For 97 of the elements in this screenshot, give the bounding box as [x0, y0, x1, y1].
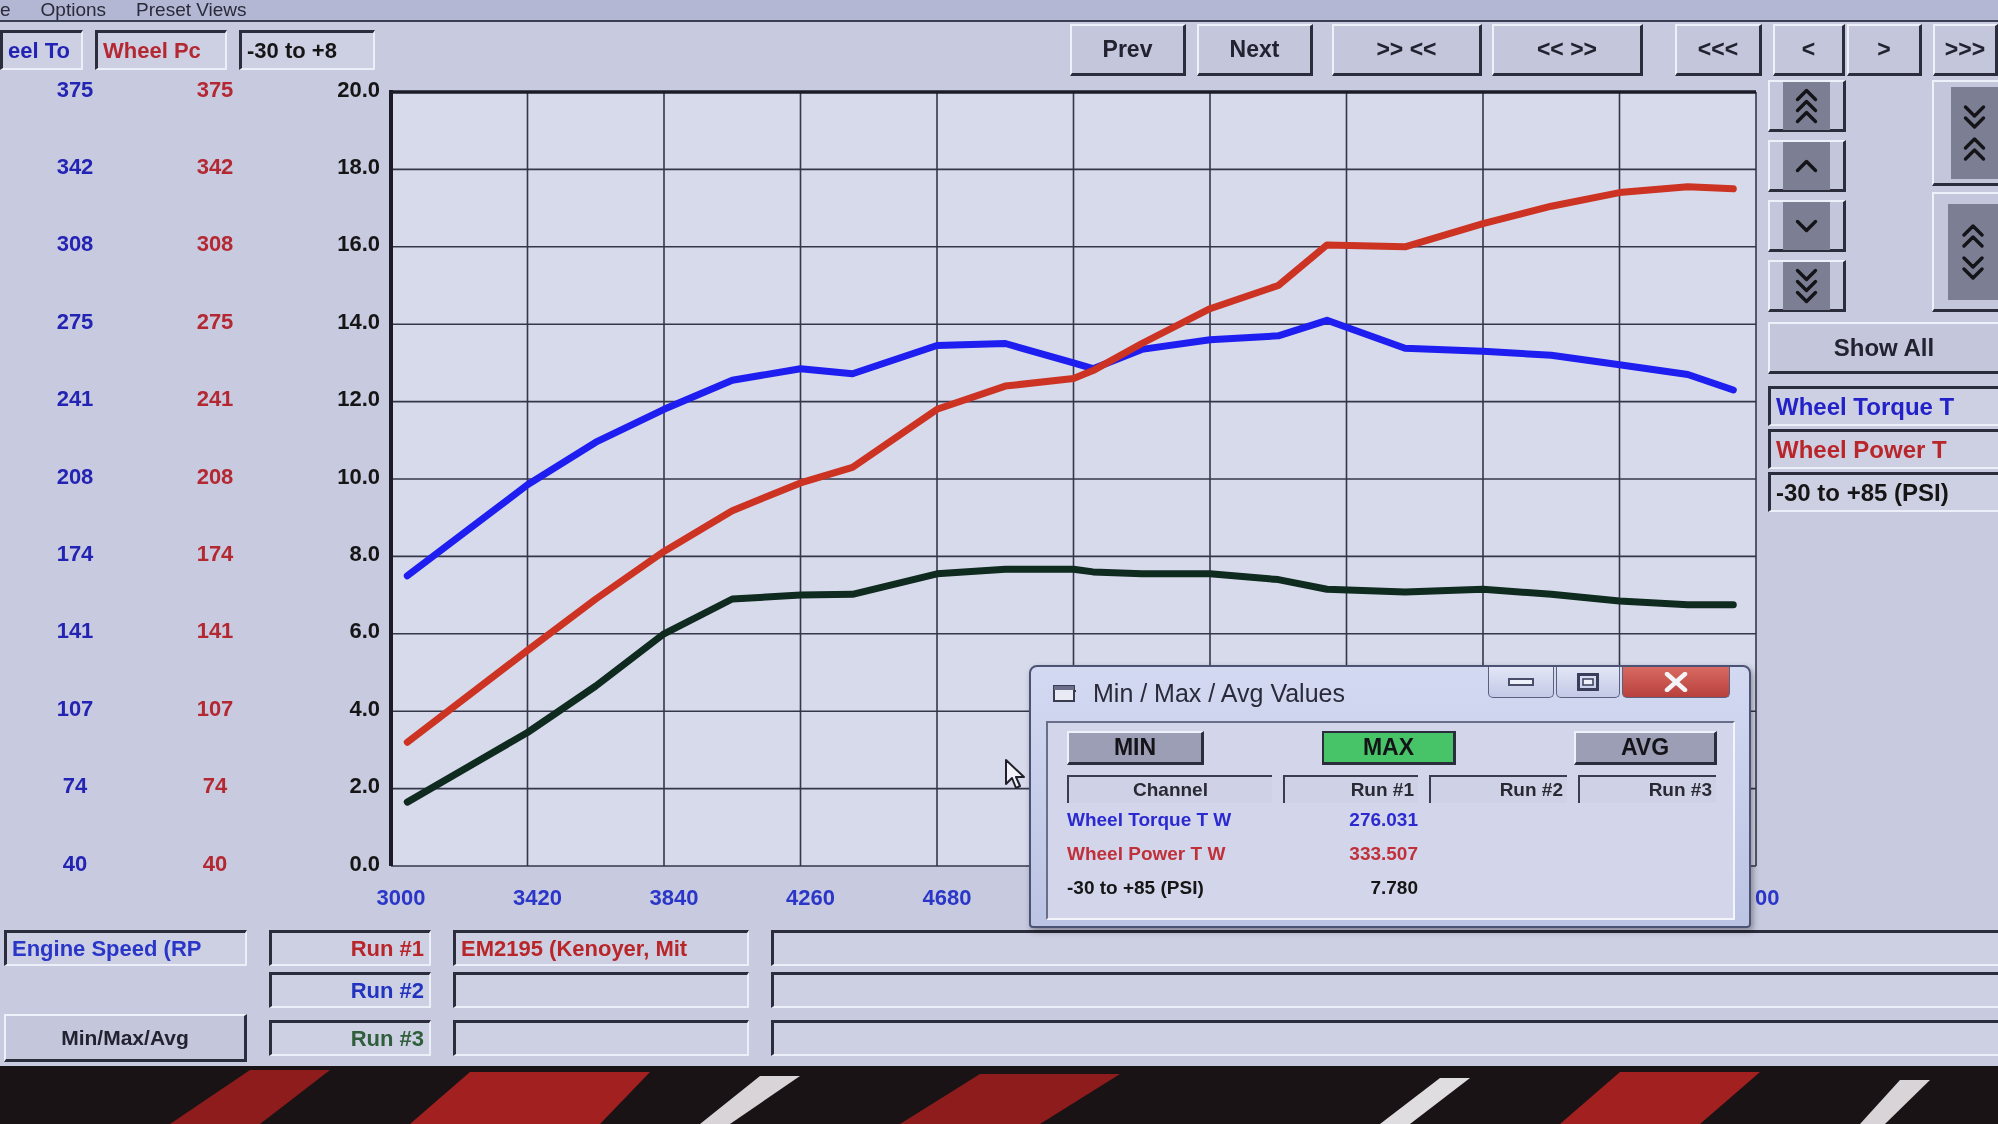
toolbar-button[interactable]: >> <<: [1332, 24, 1482, 76]
minimize-button[interactable]: [1488, 667, 1554, 698]
axis-channel-field: -30 to +8: [239, 30, 375, 70]
scale-label: 74: [62, 773, 88, 799]
toolbar-button[interactable]: Next: [1197, 24, 1313, 76]
x-axis-label: 3420: [513, 884, 562, 910]
x-channel-field: Engine Speed (RP: [4, 930, 247, 966]
up-chevron-icon: [1783, 141, 1830, 190]
y-axis-label: 2.0: [349, 773, 380, 799]
y-axis-label: 10.0: [337, 463, 380, 489]
scale-label: 107: [56, 695, 94, 721]
table-cell: 276.031: [1349, 809, 1418, 831]
scale-label: 40: [202, 850, 228, 876]
y-axis-label: 6.0: [349, 618, 380, 644]
x-axis-label: 4260: [786, 884, 835, 910]
triple-up-chevron-icon: [1783, 81, 1830, 130]
column-header: Channel: [1067, 775, 1272, 803]
x-axis-label: 00: [1755, 884, 1780, 910]
scale-label: 375: [196, 76, 234, 102]
channel-name: Wheel Power T W: [1067, 843, 1226, 865]
scale-label: 141: [196, 618, 234, 644]
run-name-field: EM2195 (Kenoyer, Mit: [453, 930, 749, 966]
mode-button[interactable]: MAX: [1322, 731, 1456, 765]
scale-label: 342: [56, 153, 94, 179]
scale-label: 375: [56, 76, 94, 102]
y-axis-label: 18.0: [337, 153, 380, 179]
column-header: Run #3: [1578, 775, 1716, 803]
maximize-icon: [1577, 673, 1599, 691]
y-axis-label: 12.0: [337, 386, 380, 412]
scale-label: 74: [202, 773, 228, 799]
scale-label: 107: [196, 695, 234, 721]
run-label-field: Run #2: [269, 972, 431, 1008]
column-header: Run #1: [1283, 775, 1418, 803]
scale-label: 342: [196, 153, 234, 179]
axis-scroll-button[interactable]: [1768, 200, 1846, 252]
y-axis-label: 0.0: [349, 850, 380, 876]
scale-label: 241: [196, 386, 234, 412]
y-axis-label: 14.0: [337, 308, 380, 334]
axis-channel-field: Wheel Pc: [95, 30, 227, 70]
channel-field: Wheel Torque T: [1768, 386, 1998, 426]
scale-label: 174: [56, 540, 94, 566]
toolbar-button[interactable]: <<<: [1675, 24, 1762, 76]
diverging-chevrons-icon: [1948, 203, 1998, 300]
close-icon: [1664, 672, 1688, 692]
scale-label: 141: [56, 618, 94, 644]
x-axis-label: 3840: [649, 884, 699, 910]
run-label-field: Run #1: [269, 930, 431, 966]
run-label-field: Run #3: [269, 1020, 431, 1056]
table-cell: 7.780: [1370, 877, 1418, 899]
down-chevron-icon: [1783, 201, 1830, 250]
scale-label: 40: [62, 850, 88, 876]
scale-label: 308: [56, 231, 94, 257]
axis-scroll-button[interactable]: [1768, 140, 1846, 192]
axis-scroll-button[interactable]: [1768, 260, 1846, 312]
toolbar-button[interactable]: >>>: [1933, 24, 1998, 76]
toolbar-button[interactable]: Prev: [1070, 24, 1186, 76]
channel-field: -30 to +85 (PSI): [1768, 472, 1998, 512]
y-axis-label: 4.0: [349, 695, 380, 721]
y-axis-label: 16.0: [337, 231, 380, 257]
axis-scroll-button[interactable]: [1932, 80, 1998, 186]
scale-label: 275: [56, 308, 94, 334]
menu-item[interactable]: Options: [40, 0, 107, 20]
scale-label: 241: [56, 386, 94, 412]
channel-name: Wheel Torque T W: [1067, 809, 1232, 831]
scale-label: 275: [196, 308, 234, 334]
y-axis-label: 8.0: [349, 540, 380, 566]
column-header: Run #2: [1429, 775, 1567, 803]
mouse-cursor-icon: [1004, 758, 1026, 790]
scale-label: 208: [56, 463, 94, 489]
toolbar-button[interactable]: << >>: [1492, 24, 1643, 76]
toolbar-button[interactable]: <: [1773, 24, 1845, 76]
table-cell: 333.507: [1349, 843, 1418, 865]
axis-scroll-button[interactable]: [1932, 192, 1998, 312]
scale-label: 208: [196, 463, 234, 489]
axis-channel-field: eel To: [0, 30, 83, 70]
x-axis-label: 3000: [376, 884, 426, 910]
triple-down-chevron-icon: [1783, 261, 1830, 310]
close-button[interactable]: [1622, 667, 1730, 698]
menu-item[interactable]: Preset Views: [136, 0, 247, 20]
x-axis-label: 4680: [922, 884, 972, 910]
show-all-button[interactable]: Show All: [1768, 322, 1998, 374]
converging-chevrons-icon: [1951, 86, 1998, 179]
channel-name: -30 to +85 (PSI): [1067, 877, 1204, 899]
mode-button[interactable]: AVG: [1574, 731, 1717, 765]
mode-button[interactable]: MIN: [1067, 731, 1204, 765]
y-axis-label: 20.0: [337, 76, 380, 102]
toolbar-button[interactable]: >: [1847, 24, 1922, 76]
scale-label: 174: [196, 540, 234, 566]
min-max-avg-button[interactable]: Min/Max/Avg: [4, 1014, 247, 1062]
channel-field: Wheel Power T: [1768, 429, 1998, 469]
window-icon: [1053, 683, 1077, 703]
minimize-icon: [1508, 678, 1534, 686]
axis-scroll-button[interactable]: [1768, 80, 1846, 132]
dialog-title: Min / Max / Avg Values: [1093, 678, 1345, 708]
maximize-button[interactable]: [1556, 667, 1620, 698]
menu-item[interactable]: e: [0, 0, 11, 20]
scale-label: 308: [196, 231, 234, 257]
